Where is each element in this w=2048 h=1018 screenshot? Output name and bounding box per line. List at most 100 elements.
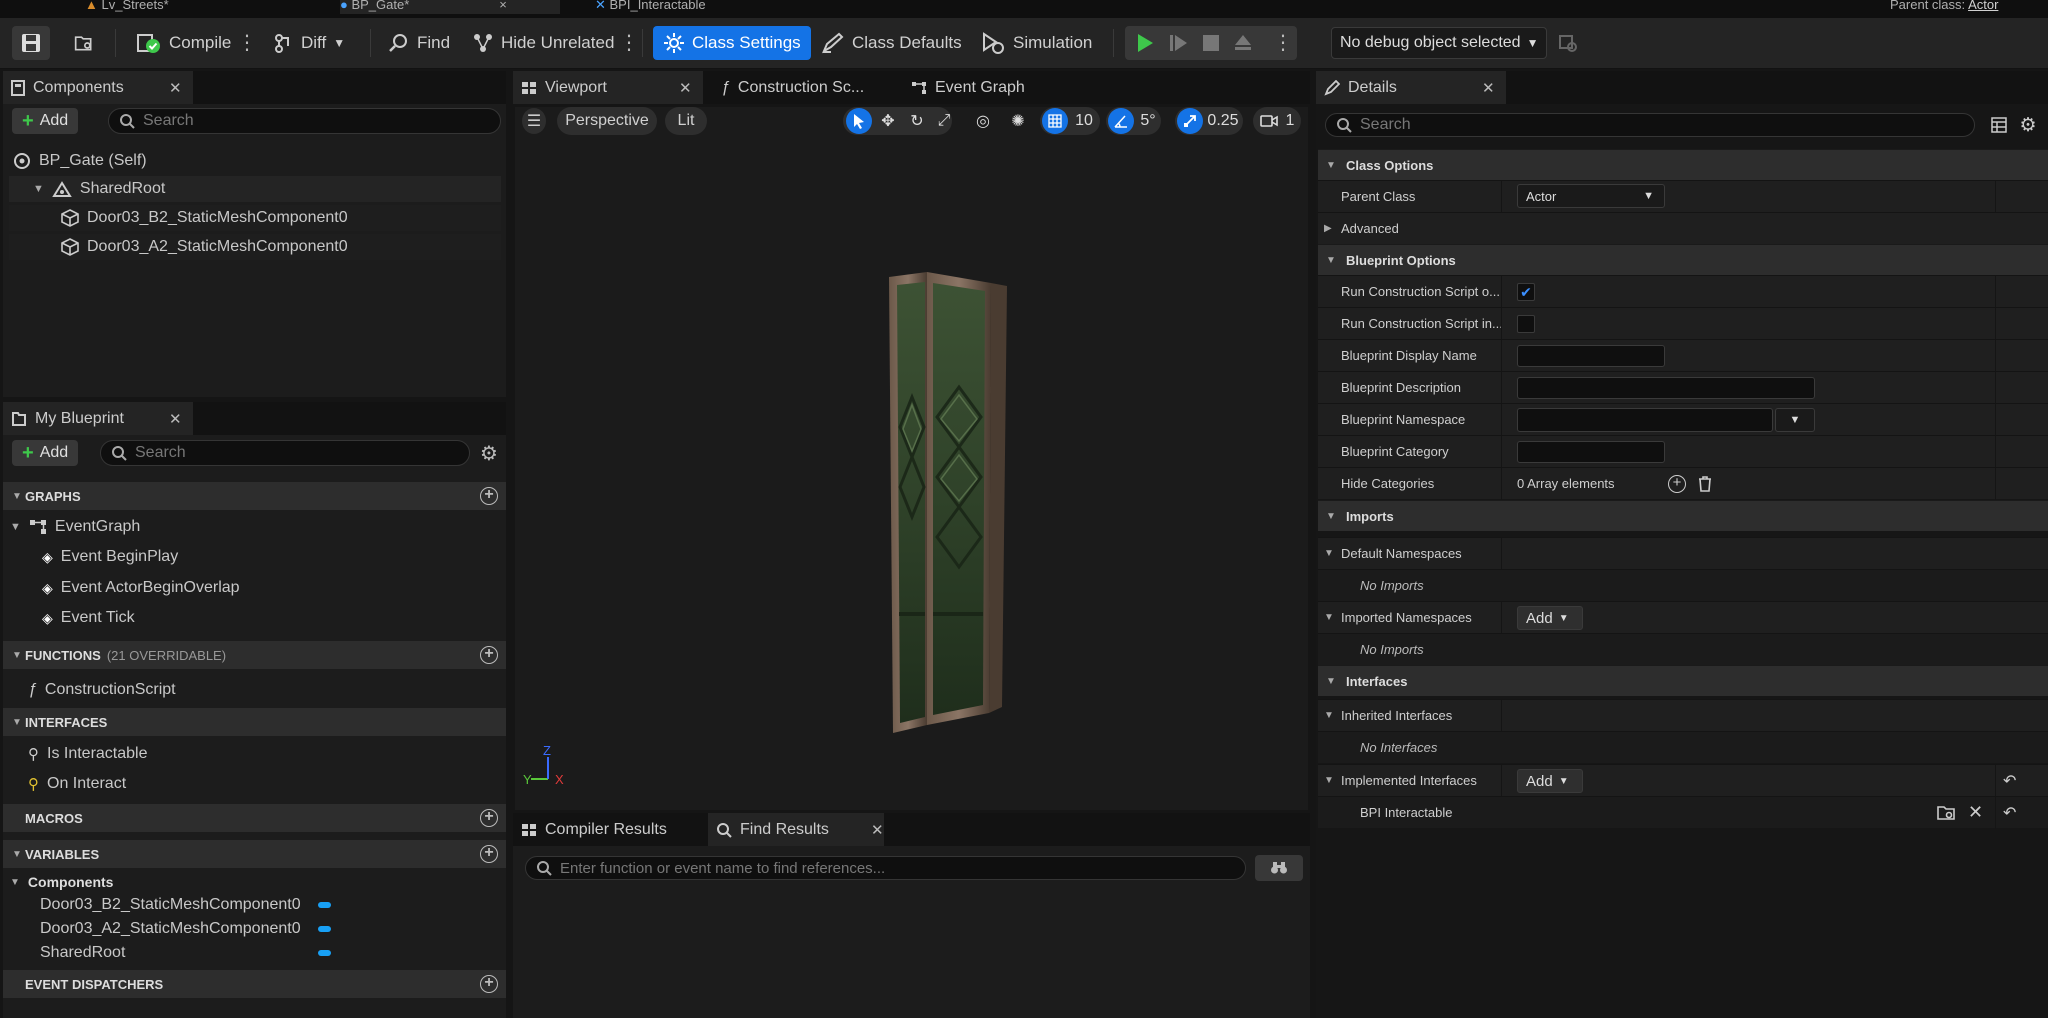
namespace-picker-button[interactable]: ▼: [1775, 408, 1815, 432]
variable-item-door-a2[interactable]: Door03_A2_StaticMeshComponent0: [40, 918, 301, 940]
select-mode-icon[interactable]: [846, 108, 872, 134]
display-name-field[interactable]: [1517, 345, 1665, 367]
close-icon[interactable]: ✕: [169, 402, 182, 435]
tab-my-blueprint[interactable]: My Blueprint: [3, 402, 193, 435]
reset-to-default-icon[interactable]: ↶: [2003, 771, 2016, 791]
debug-filter-button[interactable]: [1556, 32, 1580, 54]
collapse-arrow-icon[interactable]: ▼: [1324, 612, 1334, 623]
reset-to-default-icon[interactable]: ↶: [2003, 803, 2016, 823]
expand-arrow-icon[interactable]: ▼: [33, 183, 44, 195]
viewport-menu-icon[interactable]: ☰: [522, 108, 546, 134]
row-inherited-interfaces[interactable]: ▼ Inherited Interfaces: [1318, 699, 2048, 732]
add-function-icon[interactable]: +: [480, 646, 498, 664]
tab-details[interactable]: Details: [1316, 71, 1506, 104]
play-options-icon[interactable]: ⋮: [1273, 26, 1293, 60]
graph-item-eventgraph[interactable]: ▼ EventGraph: [10, 515, 140, 539]
details-search-input[interactable]: Search: [1325, 113, 1975, 137]
delete-icon[interactable]: [1696, 474, 1714, 494]
tab-viewport[interactable]: Viewport: [513, 71, 703, 104]
surface-snap-icon[interactable]: ✺: [1004, 108, 1032, 134]
function-item-constructionscript[interactable]: ƒ ConstructionScript: [28, 678, 176, 702]
add-graph-icon[interactable]: +: [480, 487, 498, 505]
parent-class-combo[interactable]: Actor ▼: [1517, 184, 1665, 208]
section-functions[interactable]: ▼ FUNCTIONS (21 OVERRIDABLE) +: [3, 641, 506, 669]
section-interfaces[interactable]: ▼ INTERFACES: [3, 708, 506, 736]
camera-speed-value[interactable]: 1: [1282, 108, 1298, 134]
interface-item-is-interactable[interactable]: ⚲ Is Interactable: [28, 742, 148, 766]
run-cs-sequencer-checkbox[interactable]: [1517, 315, 1535, 333]
component-item-door-b2[interactable]: Door03_B2_StaticMeshComponent0: [9, 205, 501, 231]
tab-compiler-results[interactable]: Compiler Results: [513, 813, 703, 846]
add-interface-button[interactable]: Add ▼: [1517, 769, 1583, 793]
expand-arrow-icon[interactable]: ▼: [10, 877, 20, 888]
close-icon[interactable]: ✕: [1482, 71, 1495, 104]
lit-mode-button[interactable]: Lit: [665, 107, 707, 135]
grid-size-value[interactable]: 10: [1072, 108, 1096, 134]
components-search-input[interactable]: Search: [108, 108, 501, 134]
close-icon[interactable]: ×: [499, 0, 507, 12]
add-component-button[interactable]: + Add: [12, 108, 79, 134]
scale-snap-icon[interactable]: [1177, 108, 1203, 134]
variable-item-door-b2[interactable]: Door03_B2_StaticMeshComponent0: [40, 894, 301, 916]
section-graphs[interactable]: ▼ GRAPHS +: [3, 482, 506, 510]
details-settings-icon[interactable]: ⚙: [2016, 114, 2040, 136]
rotation-snap-value[interactable]: 5°: [1136, 108, 1160, 134]
row-default-namespaces[interactable]: ▼ Default Namespaces: [1318, 537, 2048, 570]
more-options-icon[interactable]: ⋮: [619, 30, 639, 56]
browse-button[interactable]: [68, 26, 100, 60]
section-variables[interactable]: ▼ VARIABLES +: [3, 840, 506, 868]
browse-asset-icon[interactable]: [1936, 803, 1956, 823]
close-icon[interactable]: ✕: [871, 813, 884, 846]
close-icon[interactable]: ✕: [169, 71, 182, 104]
add-member-button[interactable]: + Add: [12, 440, 79, 466]
find-references-input[interactable]: Enter function or event name to find ref…: [525, 856, 1246, 880]
diff-button[interactable]: Diff ▼: [268, 26, 351, 60]
tab-bpi-interactable[interactable]: ✕ BPI_Interactable: [595, 0, 795, 14]
component-item-self[interactable]: BP_Gate (Self): [13, 148, 147, 174]
perspective-button[interactable]: Perspective: [557, 107, 657, 135]
advance-frame-button[interactable]: [1165, 30, 1193, 56]
hide-unrelated-button[interactable]: Hide Unrelated: [466, 26, 620, 60]
add-variable-icon[interactable]: +: [480, 845, 498, 863]
add-dispatcher-icon[interactable]: +: [480, 975, 498, 993]
remove-interface-icon[interactable]: ✕: [1968, 802, 1983, 823]
add-macro-icon[interactable]: +: [480, 809, 498, 827]
rotation-snap-icon[interactable]: [1108, 108, 1134, 134]
group-blueprint-options[interactable]: ▼ Blueprint Options: [1318, 244, 2048, 275]
tab-components[interactable]: Components: [3, 71, 193, 104]
event-item-beginplay[interactable]: ◈ Event BeginPlay: [42, 545, 178, 569]
component-item-sharedroot[interactable]: ▼ SharedRoot: [9, 176, 501, 202]
group-imports[interactable]: ▼ Imports: [1318, 500, 2048, 531]
collapse-arrow-icon[interactable]: ▼: [1324, 775, 1334, 786]
run-cs-ondrag-checkbox[interactable]: ✔: [1517, 283, 1535, 301]
scale-snap-value[interactable]: 0.25: [1205, 108, 1241, 134]
camera-speed-icon[interactable]: [1256, 108, 1282, 134]
save-button[interactable]: [12, 26, 50, 60]
variable-item-sharedroot[interactable]: SharedRoot: [40, 942, 125, 964]
find-in-all-blueprints-button[interactable]: [1255, 855, 1303, 881]
category-field[interactable]: [1517, 441, 1665, 463]
scale-mode-icon[interactable]: ⤢: [932, 108, 956, 134]
section-event-dispatchers[interactable]: ▼EVENT DISPATCHERS +: [3, 970, 506, 998]
add-element-icon[interactable]: +: [1668, 475, 1686, 493]
component-item-door-a2[interactable]: Door03_A2_StaticMeshComponent0: [9, 234, 501, 260]
section-macros[interactable]: ▼MACROS +: [3, 804, 506, 832]
parent-class-link[interactable]: Actor: [1968, 0, 1998, 12]
group-class-options[interactable]: ▼ Class Options: [1318, 149, 2048, 180]
simulation-button[interactable]: Simulation: [974, 26, 1098, 60]
compile-options-icon[interactable]: ⋮: [237, 30, 257, 56]
eject-button[interactable]: [1229, 30, 1257, 56]
description-field[interactable]: [1517, 377, 1815, 399]
rotate-mode-icon[interactable]: ↻: [904, 108, 930, 134]
stop-button[interactable]: [1197, 30, 1225, 56]
event-item-tick[interactable]: ◈ Event Tick: [42, 606, 135, 630]
tab-event-graph[interactable]: Event Graph: [903, 71, 1033, 104]
find-button[interactable]: Find: [382, 26, 456, 60]
interface-item-on-interact[interactable]: ⚲ On Interact: [28, 772, 126, 796]
tab-find-results[interactable]: Find Results: [708, 813, 884, 846]
tab-bp-gate[interactable]: ● BP_Gate* ×: [340, 0, 560, 14]
tab-construction-script[interactable]: ƒ Construction Sc...: [713, 71, 872, 104]
tab-level-streets[interactable]: ▲ Lv_Streets*: [85, 0, 215, 14]
variable-category-components[interactable]: ▼ Components: [10, 872, 113, 892]
play-button[interactable]: [1131, 30, 1159, 56]
